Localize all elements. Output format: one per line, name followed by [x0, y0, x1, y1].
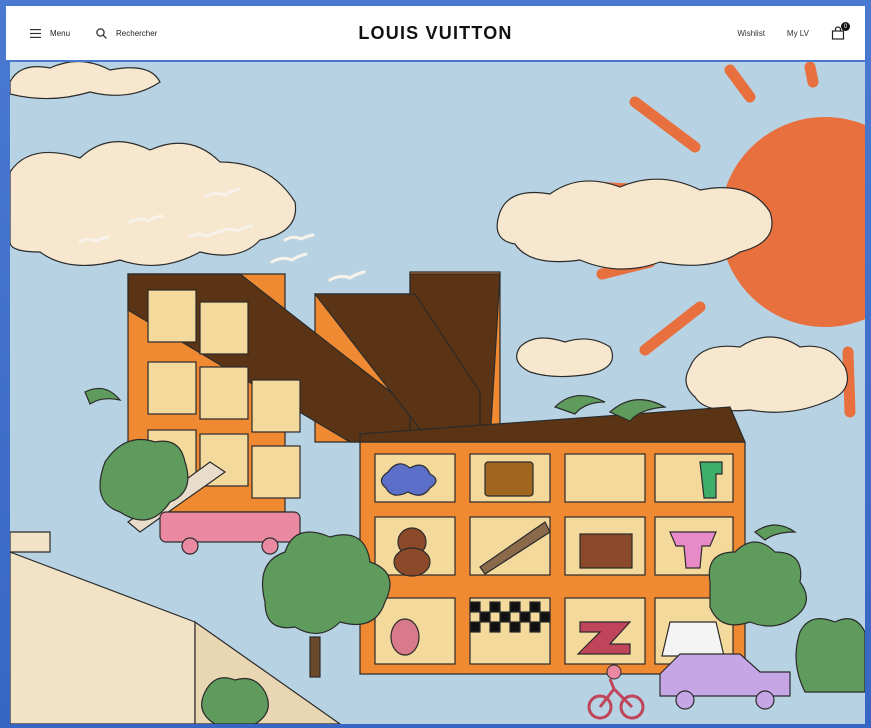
hero-illustration-svg [10, 62, 865, 724]
hamburger-menu-icon [30, 28, 41, 38]
brand-logo[interactable]: LOUIS VUITTON [358, 23, 512, 44]
page-frame: Menu Rechercher LOUIS VUITTON Wishlist M… [0, 0, 871, 728]
my-lv-link[interactable]: My LV [787, 29, 809, 38]
search-button[interactable]: Rechercher [96, 27, 158, 39]
shopping-bag-button[interactable]: 0 [831, 22, 850, 40]
wishlist-link[interactable]: Wishlist [737, 29, 765, 38]
menu-button[interactable]: Menu [30, 28, 71, 38]
search-label: Rechercher [116, 28, 158, 38]
cart-count-badge: 0 [841, 22, 850, 31]
site-header: Menu Rechercher LOUIS VUITTON Wishlist M… [6, 6, 865, 60]
header-right: Wishlist My LV 0 [737, 6, 850, 60]
search-icon [96, 27, 107, 39]
menu-label: Menu [50, 28, 71, 38]
shelf-building [359, 406, 746, 675]
header-left: Menu Rechercher [30, 6, 157, 60]
hero-illustration[interactable] [10, 62, 865, 724]
